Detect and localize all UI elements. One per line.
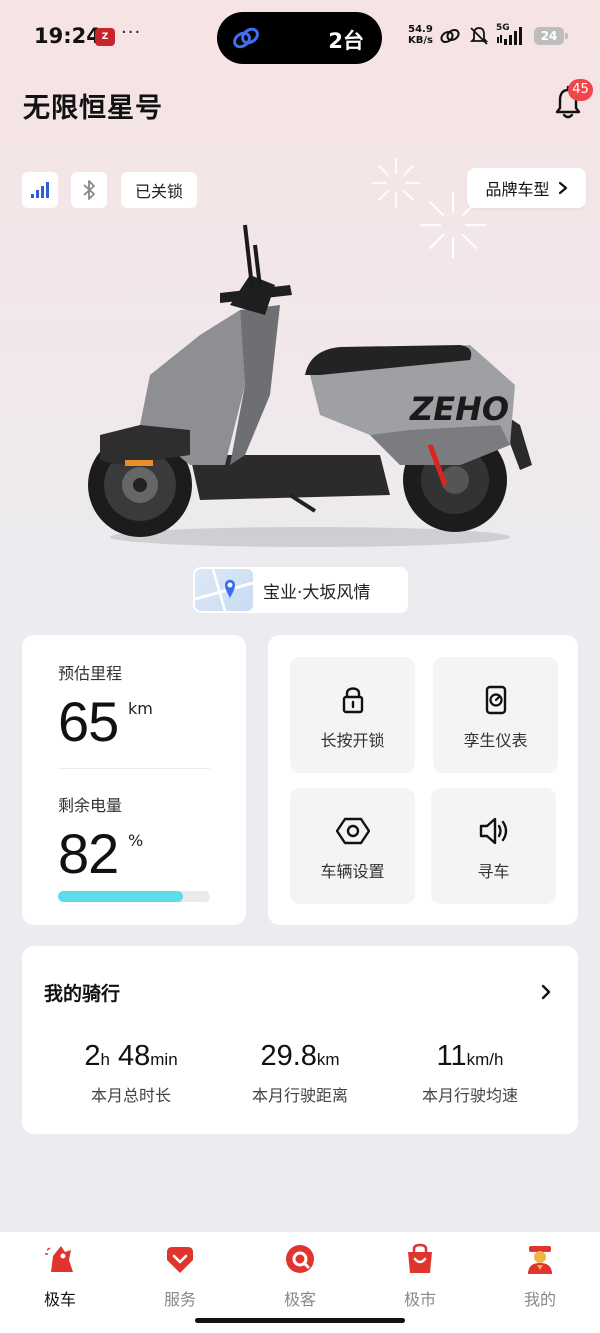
ride-speed-unit: km/h <box>466 1050 504 1069</box>
service-icon <box>167 1247 193 1273</box>
ride-speed-value: 11km/h <box>385 1038 555 1078</box>
lock-icon <box>342 687 363 714</box>
link-icon <box>440 28 460 44</box>
battery-label: 剩余电量 <box>58 796 123 815</box>
battery-indicator: 24 <box>534 27 568 45</box>
ride-distance-number: 29.8 <box>260 1040 317 1072</box>
settings-hex-icon <box>335 817 370 845</box>
ride-speed-number: 11 <box>436 1040 467 1072</box>
bluetooth-chip[interactable] <box>71 172 107 208</box>
bluetooth-icon <box>83 180 95 200</box>
firework-decoration <box>371 158 421 208</box>
page-title: 无限恒星号 <box>23 93 163 124</box>
vehicle-settings-label: 车辆设置 <box>320 862 385 881</box>
nav-label-service: 服务 <box>163 1290 196 1309</box>
map-thumbnail <box>195 569 253 611</box>
ride-duration-hours-unit: h <box>100 1050 110 1069</box>
signal-icon: 5G <box>496 23 524 47</box>
ride-speed-label: 本月行驶均速 <box>421 1086 518 1105</box>
ride-duration-value: 2h 48min <box>46 1038 216 1078</box>
stats-divider <box>58 768 210 769</box>
nav-item-vehicle[interactable]: 极车 <box>20 1242 100 1310</box>
nav-label-geek: 极客 <box>283 1290 316 1309</box>
unlock-label: 长按开锁 <box>320 731 385 750</box>
link-icon <box>233 27 259 49</box>
geek-icon <box>286 1245 314 1273</box>
nav-label-vehicle: 极车 <box>43 1290 76 1309</box>
range-label: 预估里程 <box>58 664 123 683</box>
battery-progress-fill <box>58 891 183 902</box>
nav-item-geek[interactable]: 极客 <box>260 1242 340 1310</box>
more-notifications-icon: ··· <box>121 22 142 43</box>
range-unit: km <box>128 699 153 718</box>
location-text: 宝业·大坂风情 <box>263 582 371 603</box>
network-speed: 54.9 KB/s <box>408 24 433 46</box>
quick-actions-card: 长按开锁 孪生仪表 车辆设置 寻车 <box>268 635 578 925</box>
vehicle-stats-card: 预估里程 65 km 剩余电量 82 % <box>22 635 246 925</box>
ride-duration-label: 本月总时长 <box>90 1086 171 1105</box>
ride-duration-minutes-unit: min <box>150 1050 178 1069</box>
digital-twin-dashboard-button[interactable]: 孪生仪表 <box>433 657 558 773</box>
my-rides-card[interactable]: 我的骑行 2h 48min 本月总时长 29.8km 本月行驶距离 11km/h… <box>22 946 578 1134</box>
signal-bars-icon <box>31 182 49 198</box>
ride-distance-value: 29.8km <box>215 1038 385 1078</box>
notification-badge: 45 <box>568 79 593 101</box>
ride-distance-label: 本月行驶距离 <box>251 1086 348 1105</box>
brand-model-label: 品牌车型 <box>485 180 550 199</box>
app-notification-icon: Z <box>95 28 115 46</box>
speaker-icon <box>479 817 507 845</box>
unlock-button[interactable]: 长按开锁 <box>290 657 415 773</box>
battery-progress-bar <box>58 891 210 902</box>
status-bar: 19:24 Z ··· 2台 54.9 KB/s 5G 24 <box>0 0 600 72</box>
vehicle-settings-button[interactable]: 车辆设置 <box>290 788 415 904</box>
vehicle-count: 2台 <box>328 29 364 53</box>
mute-bell-icon <box>469 27 489 45</box>
digital-twin-label: 孪生仪表 <box>463 731 528 750</box>
nav-label-market: 极市 <box>403 1290 436 1309</box>
dashboard-icon <box>485 685 506 715</box>
find-vehicle-button[interactable]: 寻车 <box>431 788 556 904</box>
nav-item-service[interactable]: 服务 <box>140 1242 220 1310</box>
nav-item-market[interactable]: 极市 <box>380 1242 460 1310</box>
battery-value: 82 <box>58 822 119 885</box>
status-time: 19:24 <box>34 24 101 48</box>
home-indicator[interactable] <box>195 1318 405 1323</box>
ride-distance-unit: km <box>316 1050 340 1069</box>
scooter-icon <box>45 1246 73 1272</box>
network-speed-value: 54.9 <box>408 24 433 35</box>
status-icons: 5G <box>438 23 524 48</box>
ride-stat-speed: 11km/h 本月行驶均速 <box>385 1038 555 1106</box>
nav-item-profile[interactable]: 我的 <box>500 1242 580 1310</box>
range-value: 65 <box>58 690 119 753</box>
lock-status-chip: 已关锁 <box>121 172 197 208</box>
my-rides-title: 我的骑行 <box>44 983 121 1005</box>
nav-label-profile: 我的 <box>523 1290 556 1309</box>
svg-text:ZEHO: ZEHO <box>409 390 509 428</box>
ride-duration-hours: 2 <box>84 1040 101 1072</box>
signal-strength-chip[interactable] <box>22 172 58 208</box>
ride-stat-distance: 29.8km 本月行驶距离 <box>215 1038 385 1106</box>
battery-unit: % <box>128 831 144 850</box>
chevron-right-icon[interactable] <box>540 984 552 1000</box>
shop-bag-icon <box>408 1243 432 1273</box>
find-vehicle-label: 寻车 <box>477 862 510 881</box>
chevron-right-icon <box>558 181 567 195</box>
scooter-image: ZEHO <box>88 224 532 547</box>
location-chip[interactable]: 宝业·大坂风情 <box>193 567 408 613</box>
dynamic-island[interactable]: 2台 <box>217 12 382 64</box>
profile-icon <box>528 1246 552 1274</box>
ride-stat-duration: 2h 48min 本月总时长 <box>46 1038 216 1106</box>
ride-duration-minutes: 48 <box>118 1040 151 1072</box>
network-speed-unit: KB/s <box>408 35 433 46</box>
